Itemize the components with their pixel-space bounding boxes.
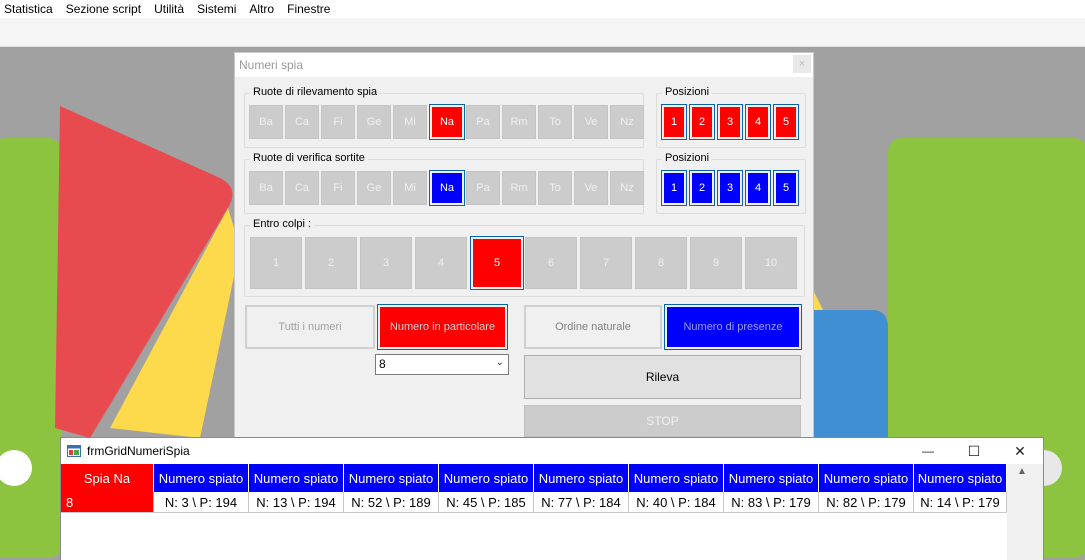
numeri-spia-grid: Spia Na Numero spiato Numero spiato Nume… (61, 464, 1007, 560)
grid-header-row: Spia Na Numero spiato Numero spiato Nume… (61, 464, 1007, 492)
grid-window-titlebar: frmGridNumeriSpia (61, 438, 1043, 464)
grid-cell[interactable]: N: 14 \ P: 179 (914, 492, 1007, 513)
verifica-wheel-ge[interactable]: Ge (357, 171, 391, 205)
wheel-button-mi[interactable]: Mi (393, 105, 427, 139)
chevron-down-icon[interactable]: ⌄ (496, 357, 504, 368)
grid-cell[interactable]: N: 45 \ P: 185 (439, 492, 534, 513)
colpi-button-7[interactable]: 7 (580, 237, 632, 289)
wheel-button-to[interactable]: To (538, 105, 572, 139)
posizione-verifica-4[interactable]: 4 (746, 171, 770, 205)
verifica-wheel-ba[interactable]: Ba (249, 171, 283, 205)
grid-cell[interactable]: N: 83 \ P: 179 (724, 492, 819, 513)
table-row[interactable]: 8 N: 3 \ P: 194 N: 13 \ P: 194 N: 52 \ P… (61, 492, 1007, 513)
posizione-rilevamento-5[interactable]: 5 (774, 105, 798, 139)
wheel-button-rm[interactable]: Rm (502, 105, 536, 139)
stop-button[interactable]: STOP (524, 405, 801, 437)
grid-cell[interactable]: N: 13 \ P: 194 (249, 492, 344, 513)
colpi-button-4[interactable]: 4 (415, 237, 467, 289)
verifica-wheel-rm[interactable]: Rm (502, 171, 536, 205)
colpi-button-5-selected[interactable]: 5 (471, 237, 523, 289)
wheel-button-na-selected[interactable]: Na (429, 104, 465, 140)
entro-colpi-label: Entro colpi : (250, 218, 315, 230)
ruote-rilevamento-label: Ruote di rilevamento spia (250, 86, 381, 98)
colpi-button-1[interactable]: 1 (250, 237, 302, 289)
wheel-button-nz[interactable]: Nz (610, 105, 644, 139)
toolstrip (0, 18, 1085, 47)
menu-bar: Statistica Sezione script Utilità Sistem… (0, 0, 1085, 18)
posizioni-rilevamento-label: Posizioni (662, 86, 713, 98)
verifica-wheel-na-selected[interactable]: Na (430, 171, 464, 205)
verifica-wheel-ve[interactable]: Ve (574, 171, 608, 205)
grid-cell[interactable]: N: 40 \ P: 184 (629, 492, 724, 513)
numero-combobox[interactable]: 8 ⌄ (375, 354, 509, 375)
ruote-verifica-label: Ruote di verifica sortite (250, 152, 368, 164)
grid-header-numero-spiato[interactable]: Numero spiato (344, 464, 439, 492)
menu-sistemi[interactable]: Sistemi (193, 0, 245, 18)
verifica-wheel-pa[interactable]: Pa (466, 171, 500, 205)
maximize-button[interactable]: ☐ (951, 438, 997, 464)
verifica-wheel-ca[interactable]: Ca (285, 171, 319, 205)
grid-header-numero-spiato[interactable]: Numero spiato (914, 464, 1007, 492)
grid-numeri-spia-window: frmGridNumeriSpia — ☐ ✕ Spia Na Numero s… (60, 437, 1044, 560)
colpi-button-9[interactable]: 9 (690, 237, 742, 289)
menu-statistica[interactable]: Statistica (0, 0, 62, 18)
wheel-button-fi[interactable]: Fi (321, 105, 355, 139)
grid-header-numero-spiato[interactable]: Numero spiato (819, 464, 914, 492)
grid-header-spia[interactable]: Spia Na (61, 464, 154, 492)
wheel-button-ca[interactable]: Ca (285, 105, 319, 139)
colpi-button-3[interactable]: 3 (360, 237, 412, 289)
grid-cell[interactable]: N: 3 \ P: 194 (154, 492, 249, 513)
posizione-verifica-1[interactable]: 1 (662, 171, 686, 205)
posizione-verifica-3[interactable]: 3 (718, 171, 742, 205)
wheel-button-ge[interactable]: Ge (357, 105, 391, 139)
wheel-button-ba[interactable]: Ba (249, 105, 283, 139)
scroll-up-icon[interactable]: ▲ (1017, 466, 1027, 477)
verifica-wheel-mi[interactable]: Mi (393, 171, 427, 205)
grid-header-numero-spiato[interactable]: Numero spiato (154, 464, 249, 492)
posizione-verifica-2[interactable]: 2 (690, 171, 714, 205)
rileva-button[interactable]: Rileva (524, 355, 801, 399)
tutti-numeri-button[interactable]: Tutti i numeri (245, 305, 375, 349)
verifica-wheel-to[interactable]: To (538, 171, 572, 205)
posizione-rilevamento-2[interactable]: 2 (690, 105, 714, 139)
verifica-wheel-nz[interactable]: Nz (610, 171, 644, 205)
posizione-rilevamento-3[interactable]: 3 (718, 105, 742, 139)
dialog-title: Numeri spia (235, 53, 813, 77)
posizione-verifica-5[interactable]: 5 (774, 171, 798, 205)
form-icon (67, 445, 81, 457)
menu-altro[interactable]: Altro (245, 0, 283, 18)
dialog-close-button[interactable]: × (793, 55, 811, 73)
minimize-button[interactable]: — (905, 438, 951, 464)
menu-utilita[interactable]: Utilità (150, 0, 193, 18)
grid-cell[interactable]: N: 77 \ P: 184 (534, 492, 629, 513)
grid-cell[interactable]: N: 52 \ P: 189 (344, 492, 439, 513)
colpi-button-6[interactable]: 6 (525, 237, 577, 289)
grid-cell-spia[interactable]: 8 (61, 492, 154, 513)
colpi-button-8[interactable]: 8 (635, 237, 687, 289)
numero-presenze-button[interactable]: Numero di presenze (665, 305, 801, 349)
posizioni-verifica-label: Posizioni (662, 152, 713, 164)
menu-finestre[interactable]: Finestre (283, 0, 339, 18)
menu-sezione-script[interactable]: Sezione script (62, 0, 150, 18)
posizione-rilevamento-1[interactable]: 1 (662, 105, 686, 139)
combo-value: 8 (379, 357, 386, 371)
grid-cell[interactable]: N: 82 \ P: 179 (819, 492, 914, 513)
wheel-button-ve[interactable]: Ve (574, 105, 608, 139)
close-button[interactable]: ✕ (997, 438, 1043, 464)
posizione-rilevamento-4[interactable]: 4 (746, 105, 770, 139)
ordine-naturale-button[interactable]: Ordine naturale (524, 305, 662, 349)
grid-header-numero-spiato[interactable]: Numero spiato (249, 464, 344, 492)
grid-header-numero-spiato[interactable]: Numero spiato (534, 464, 629, 492)
vertical-scrollbar[interactable]: ▲ (1007, 464, 1043, 560)
colpi-button-10[interactable]: 10 (745, 237, 797, 289)
grid-window-title: frmGridNumeriSpia (87, 444, 190, 458)
colpi-button-2[interactable]: 2 (305, 237, 357, 289)
numero-particolare-button[interactable]: Numero in particolare (378, 305, 507, 349)
verifica-wheel-fi[interactable]: Fi (321, 171, 355, 205)
wheel-button-pa[interactable]: Pa (466, 105, 500, 139)
grid-header-numero-spiato[interactable]: Numero spiato (629, 464, 724, 492)
grid-header-numero-spiato[interactable]: Numero spiato (439, 464, 534, 492)
grid-header-numero-spiato[interactable]: Numero spiato (724, 464, 819, 492)
